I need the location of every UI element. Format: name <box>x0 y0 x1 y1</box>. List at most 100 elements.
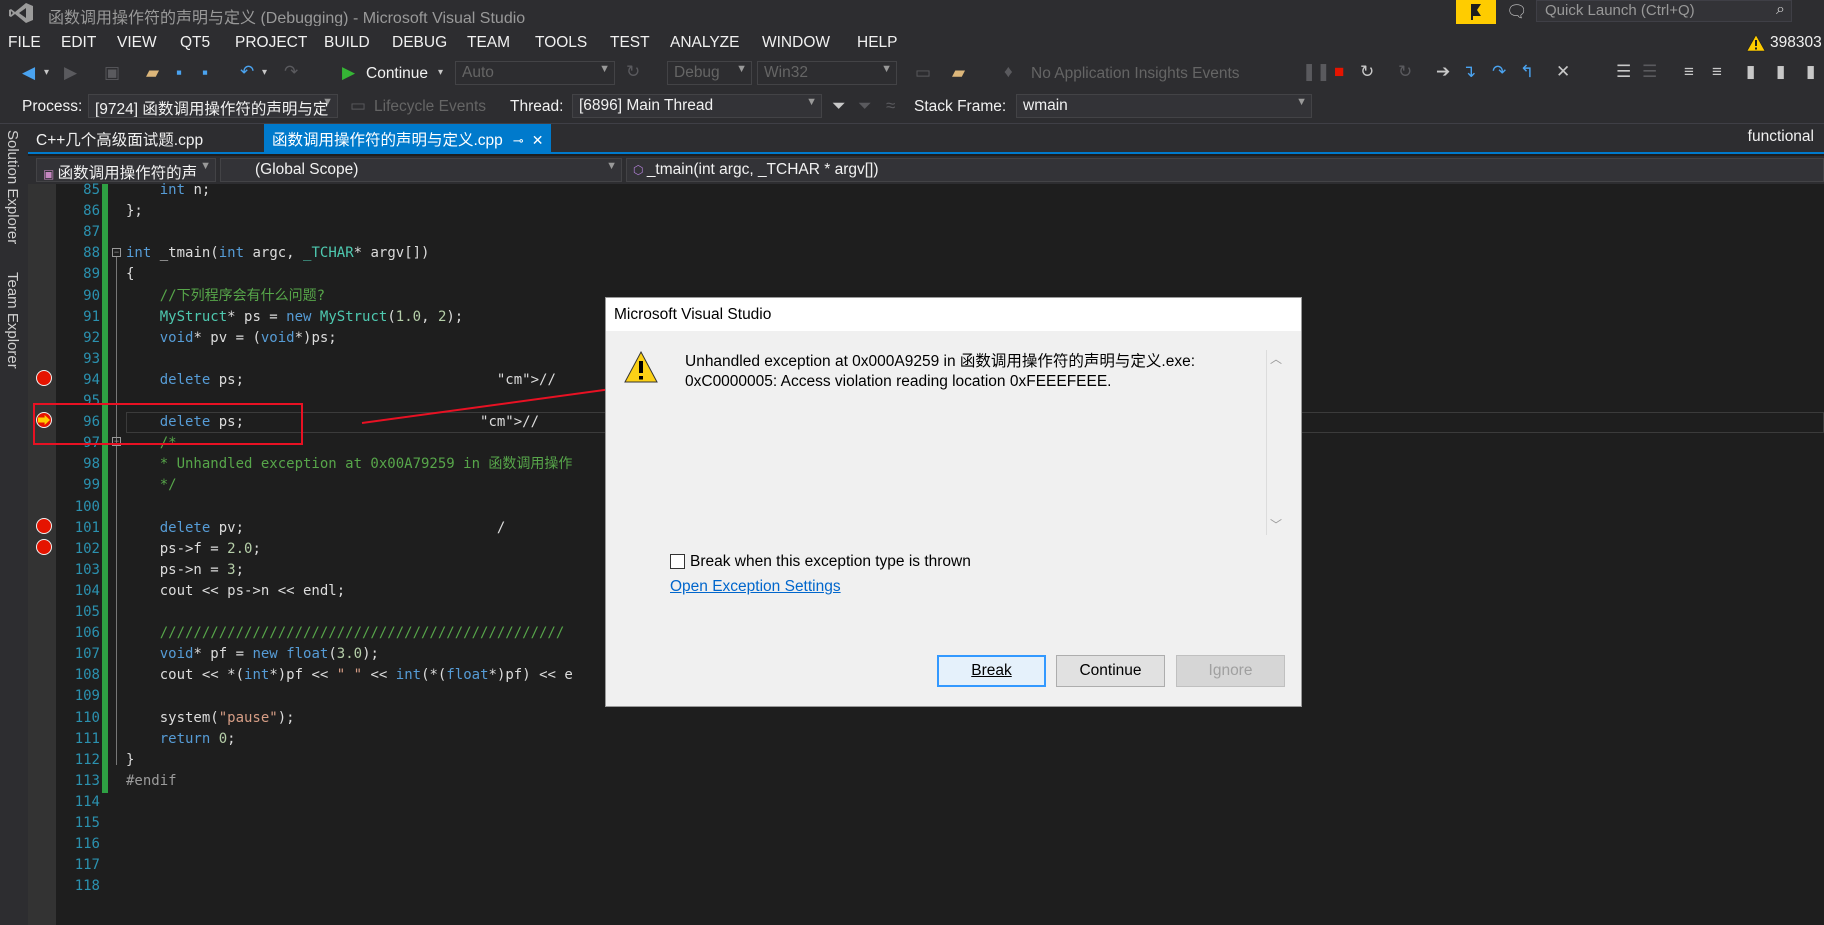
navigate-back-icon[interactable]: ◀ <box>22 63 35 83</box>
code-line[interactable]: cout << *(int*)pf << " " << int(*(float*… <box>126 665 573 686</box>
code-line[interactable]: int _tmain(int argc, _TCHAR* argv[]) <box>126 243 429 264</box>
filter-icon[interactable]: ⏷ <box>832 96 846 116</box>
parallel-icon[interactable]: ☰ <box>1642 62 1657 82</box>
code-line[interactable]: { <box>126 264 134 285</box>
ignore-button[interactable]: Ignore <box>1176 655 1285 687</box>
break-button[interactable]: Break <box>937 655 1046 687</box>
feedback-flag-icon[interactable] <box>1456 0 1496 24</box>
pin-icon[interactable]: ⊸ <box>513 133 524 148</box>
code-line[interactable]: } <box>126 750 134 771</box>
bookmark-icon[interactable]: ▮ <box>1746 62 1755 82</box>
code-line[interactable]: return 0; <box>126 729 236 750</box>
tab-functional[interactable]: functional <box>1748 128 1814 146</box>
undo-icon[interactable]: ↶ <box>240 62 254 82</box>
code-line[interactable]: ps->n = 3; <box>126 560 244 581</box>
configuration-combo[interactable]: Debug ▼ <box>667 61 752 85</box>
comment-icon[interactable]: ≡ <box>1684 62 1694 82</box>
code-line[interactable]: delete ps; "cm">// <box>126 370 556 391</box>
notification-count[interactable]: 398303 <box>1770 34 1822 52</box>
break-on-exception-checkbox[interactable] <box>670 554 685 569</box>
solution-explorer-tab[interactable]: Solution Explorer <box>4 130 21 244</box>
restart-icon[interactable]: ↻ <box>1360 62 1374 82</box>
message-scrollbar[interactable]: ︿ ﹀ <box>1266 350 1288 535</box>
thread-combo[interactable]: [6896] Main Thread ▼ <box>572 94 822 118</box>
auto-combo[interactable]: Auto ▼ <box>455 61 615 85</box>
code-line[interactable]: cout << ps->n << endl; <box>126 581 345 602</box>
refresh-icon[interactable]: ↻ <box>626 62 640 82</box>
hex-display-icon[interactable]: ✕ <box>1556 62 1570 82</box>
breakpoint-icon[interactable] <box>36 518 52 534</box>
bookmark-prev-icon[interactable]: ▮ <box>1776 62 1785 82</box>
insights-icon[interactable]: ♦ <box>1004 62 1013 82</box>
code-line[interactable]: #endif <box>126 771 177 792</box>
new-project-icon[interactable]: ▣ <box>104 63 120 83</box>
breakpoint-icon[interactable] <box>36 370 52 386</box>
stop-icon[interactable]: ■ <box>1334 62 1344 82</box>
menu-view[interactable]: VIEW <box>117 34 157 52</box>
menu-file[interactable]: FILE <box>8 34 41 52</box>
search-icon[interactable]: ⌕ <box>1776 1 1785 19</box>
code-line[interactable]: }; <box>126 201 143 222</box>
menu-qt5[interactable]: QT5 <box>180 34 210 52</box>
save-icon[interactable]: ▪ <box>176 63 182 83</box>
break-on-exception-label[interactable]: Break when this exception type is thrown <box>690 553 971 571</box>
code-line[interactable]: //下列程序会有什么问题? <box>126 286 325 307</box>
flag-threads-icon[interactable]: ⏷ <box>858 96 872 116</box>
uncomment-icon[interactable]: ≡ <box>1712 62 1722 82</box>
save-all-icon[interactable]: ▪ <box>202 63 208 83</box>
open-file-icon[interactable]: ▰ <box>146 63 159 83</box>
tab-active-cpp[interactable]: 函数调用操作符的声明与定义.cpp ⊸ ✕ <box>264 124 552 152</box>
step-forward-icon[interactable]: ➔ <box>1436 62 1450 82</box>
scroll-down-icon[interactable]: ﹀ <box>1270 516 1282 533</box>
find-in-files-icon[interactable]: ▰ <box>952 63 965 83</box>
menu-test[interactable]: TEST <box>610 34 650 52</box>
member-combo[interactable]: ⬡ _tmain(int argc, _TCHAR * argv[]) <box>626 158 1824 182</box>
bookmark-next-icon[interactable]: ▮ <box>1806 62 1815 82</box>
continue-icon[interactable]: ▶ <box>342 63 355 83</box>
step-over-icon[interactable]: ↷ <box>1492 62 1506 82</box>
menu-tools[interactable]: TOOLS <box>535 34 587 52</box>
menu-build[interactable]: BUILD <box>324 34 370 52</box>
code-line[interactable]: MyStruct* ps = new MyStruct(1.0, 2); <box>126 307 464 328</box>
show-flagged-icon[interactable]: ≈ <box>886 96 895 116</box>
continue-button[interactable]: Continue <box>366 65 428 83</box>
stack-frame-combo[interactable]: wmain ▼ <box>1016 94 1312 118</box>
dropdown-arrow-icon[interactable]: ▾ <box>44 63 49 83</box>
continue-button[interactable]: Continue <box>1056 655 1165 687</box>
lifecycle-events-button[interactable]: Lifecycle Events <box>374 98 486 116</box>
code-line[interactable]: ////////////////////////////////////////… <box>126 623 565 644</box>
tab-interview-cpp[interactable]: C++几个高级面试题.cpp <box>36 128 203 150</box>
lifecycle-icon[interactable]: ▭ <box>350 96 366 116</box>
code-line[interactable]: ps->f = 2.0; <box>126 539 261 560</box>
team-explorer-tab[interactable]: Team Explorer <box>4 272 21 369</box>
code-line[interactable]: */ <box>126 475 177 496</box>
redo-icon[interactable]: ↷ <box>284 62 298 82</box>
platform-combo[interactable]: Win32 ▼ <box>757 61 897 85</box>
project-combo[interactable]: ▣ 函数调用操作符的声 ▼ <box>36 158 216 182</box>
breakpoint-icon[interactable] <box>36 539 52 555</box>
show-next-statement-icon[interactable]: ↻ <box>1398 62 1412 82</box>
code-line[interactable]: void* pf = new float(3.0); <box>126 644 379 665</box>
open-exception-settings-link[interactable]: Open Exception Settings <box>670 578 841 596</box>
code-line[interactable]: delete pv; / <box>126 518 506 539</box>
menu-edit[interactable]: EDIT <box>61 34 96 52</box>
scope-combo[interactable]: (Global Scope) ▼ <box>220 158 622 182</box>
code-line[interactable]: void* pv = (void*)ps; <box>126 328 337 349</box>
menu-analyze[interactable]: ANALYZE <box>670 34 740 52</box>
warning-icon[interactable] <box>1746 34 1766 52</box>
close-icon[interactable]: ✕ <box>532 132 544 148</box>
process-combo[interactable]: [9724] 函数调用操作符的声明与定 ▼ <box>88 94 338 118</box>
fold-toggle-icon[interactable]: − <box>112 248 121 257</box>
insights-events-label[interactable]: No Application Insights Events <box>1031 65 1240 83</box>
step-out-icon[interactable]: ↰ <box>1520 62 1534 82</box>
code-line[interactable]: int n; <box>126 180 211 201</box>
code-line[interactable]: system("pause"); <box>126 708 295 729</box>
attach-icon[interactable]: ▭ <box>915 63 931 83</box>
menu-team[interactable]: TEAM <box>467 34 510 52</box>
navigate-forward-icon[interactable]: ▶ <box>64 63 77 83</box>
scroll-up-icon[interactable]: ︿ <box>1270 350 1282 367</box>
pause-icon[interactable]: ❚❚ <box>1302 62 1331 82</box>
step-into-icon[interactable]: ↴ <box>1462 62 1476 82</box>
menu-help[interactable]: HELP <box>857 34 898 52</box>
dropdown-arrow-icon[interactable]: ▾ <box>262 63 267 83</box>
